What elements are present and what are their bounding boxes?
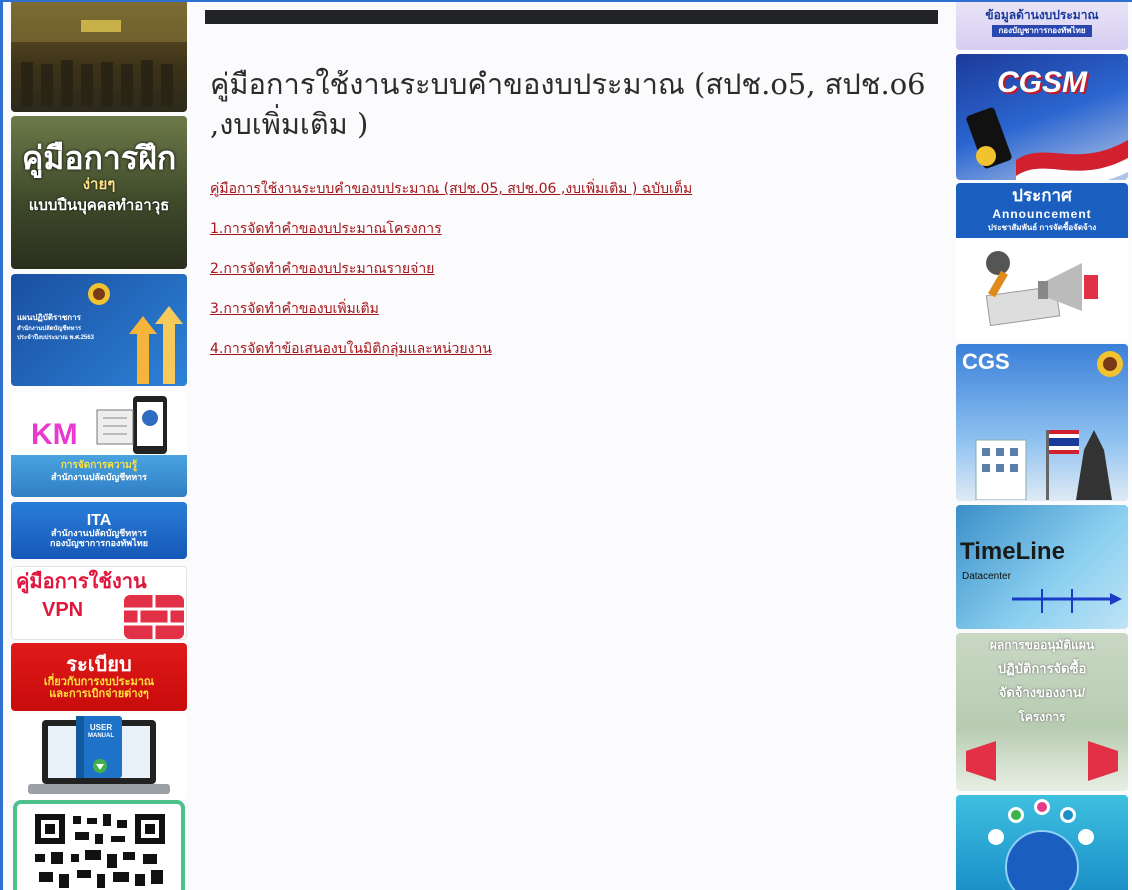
training-manual-sub: ง่ายๆ <box>82 175 116 193</box>
procurement-plan-banner[interactable]: ผลการขออนุมัติแผน ปฏิบัติการจัดซื้อ จัดจ… <box>956 633 1128 791</box>
expenditure-budget-link[interactable]: 2.การจัดทำคำของบประมาณรายจ่าย <box>210 260 930 278</box>
manual-link-list: คู่มือการใช้งานระบบคำของบประมาณ (สปช.05,… <box>210 180 930 358</box>
cgs-banner[interactable]: CGS <box>956 344 1128 501</box>
user-manual-text: USER MANUAL <box>88 723 114 739</box>
cgs-label: CGS <box>962 349 1010 374</box>
content-header-bar <box>205 10 938 24</box>
training-manual-banner[interactable]: คู่มือการฝึก ง่ายๆ แบบปืนบุคคลทำอาวุธ <box>11 116 187 269</box>
vpn-manual-banner[interactable]: คู่มือการใช้งาน VPN <box>11 566 187 640</box>
globe-social-icon <box>988 799 1094 890</box>
seal-icon <box>88 283 110 305</box>
ita-banner[interactable]: ITA สำนักงานปลัดบัญชีทหาร กองบัญชาการกอง… <box>11 502 187 559</box>
timeline-label: TimeLine <box>960 538 1065 565</box>
phone-flag-icon <box>966 107 1128 180</box>
vpn-label: VPN <box>42 599 84 621</box>
regulation-banner[interactable]: ระเบียบ เกี่ยวกับการงบประมาณ และการเบิกจ… <box>11 643 187 711</box>
main-content: คู่มือการใช้งานระบบคำของบประมาณ (สปช.o5,… <box>210 64 930 380</box>
cgsm-banner[interactable]: CGSM <box>956 54 1128 180</box>
cgsm-label: CGSM <box>997 66 1087 99</box>
budget-info-sub: กองบัญชาการกองทัพไทย <box>992 24 1092 38</box>
announcement-header: ประกาศ Announcement ประชาสัมพันธ์ การจัด… <box>987 186 1097 232</box>
qr-code-icon <box>35 814 165 888</box>
project-budget-link[interactable]: 1.การจัดทำคำของบประมาณโครงการ <box>210 220 930 238</box>
km-label: KM <box>31 418 78 451</box>
timeline-banner[interactable]: TimeLine Datacenter <box>956 505 1128 629</box>
network-wall-icon <box>124 595 184 639</box>
growth-arrows-icon <box>129 306 183 384</box>
action-plan-text: แผนปฏิบัติราชการ สำนักงานปลัดบัญชีทหาร ป… <box>17 313 94 342</box>
page-title: คู่มือการใช้งานระบบคำของบประมาณ (สปช.o5,… <box>210 67 926 141</box>
loudspeaker-icon <box>966 741 1118 781</box>
qr-code-banner[interactable] <box>13 800 185 890</box>
building-flag-icon <box>975 430 1112 500</box>
training-manual-sub2: แบบปืนบุคคลทำอาวุธ <box>28 196 170 215</box>
training-manual-title: คู่มือการฝึก <box>21 139 177 178</box>
tablet-book-icon <box>96 396 167 454</box>
km-subtext: การจัดการความรู้ สำนักงานปลัดบัญชีทหาร <box>50 460 148 482</box>
km-banner[interactable]: KM การจัดการความรู้ สำนักงานปลัดบัญชีทหา… <box>11 392 187 497</box>
action-plan-banner[interactable]: แผนปฏิบัติราชการ สำนักงานปลัดบัญชีทหาร ป… <box>11 274 187 386</box>
megaphone-icon <box>985 251 1098 327</box>
ita-sub2: กองบัญชาการกองทัพไทย <box>50 538 148 549</box>
military-ceremony-banner[interactable] <box>11 2 187 112</box>
timeline-arrow-icon <box>1012 589 1122 613</box>
seal-icon <box>1097 351 1123 377</box>
social-media-banner[interactable] <box>956 795 1128 890</box>
ceremony-photo-icon <box>11 2 187 107</box>
budget-info-title: ข้อมูลด้านงบประมาณ <box>985 7 1099 22</box>
budget-info-banner[interactable]: ข้อมูลด้านงบประมาณ กองบัญชาการกองทัพไทย <box>956 2 1128 50</box>
regulation-sub1: เกี่ยวกับการงบประมาณ <box>43 675 155 688</box>
regulation-title: ระเบียบ <box>66 653 132 676</box>
user-manual-banner[interactable]: USER MANUAL <box>11 714 187 800</box>
regulation-sub2: และการเบิกจ่ายต่างๆ <box>49 688 149 700</box>
full-manual-link[interactable]: คู่มือการใช้งานระบบคำของบประมาณ (สปช.05,… <box>210 180 930 198</box>
vpn-title: คู่มือการใช้งาน <box>16 571 147 593</box>
ita-label: ITA <box>86 511 112 529</box>
announcement-banner[interactable]: ประกาศ Announcement ประชาสัมพันธ์ การจัด… <box>956 183 1128 340</box>
group-unit-proposal-link[interactable]: 4.การจัดทำข้อเสนองบในมิติกลุ่มและหน่วยงา… <box>210 340 930 358</box>
procurement-text: ผลการขออนุมัติแผน ปฏิบัติการจัดซื้อ จัดจ… <box>989 638 1095 724</box>
additional-budget-link[interactable]: 3.การจัดทำคำของบเพิ่มเติม <box>210 300 930 318</box>
timeline-sub: Datacenter <box>962 571 1011 582</box>
